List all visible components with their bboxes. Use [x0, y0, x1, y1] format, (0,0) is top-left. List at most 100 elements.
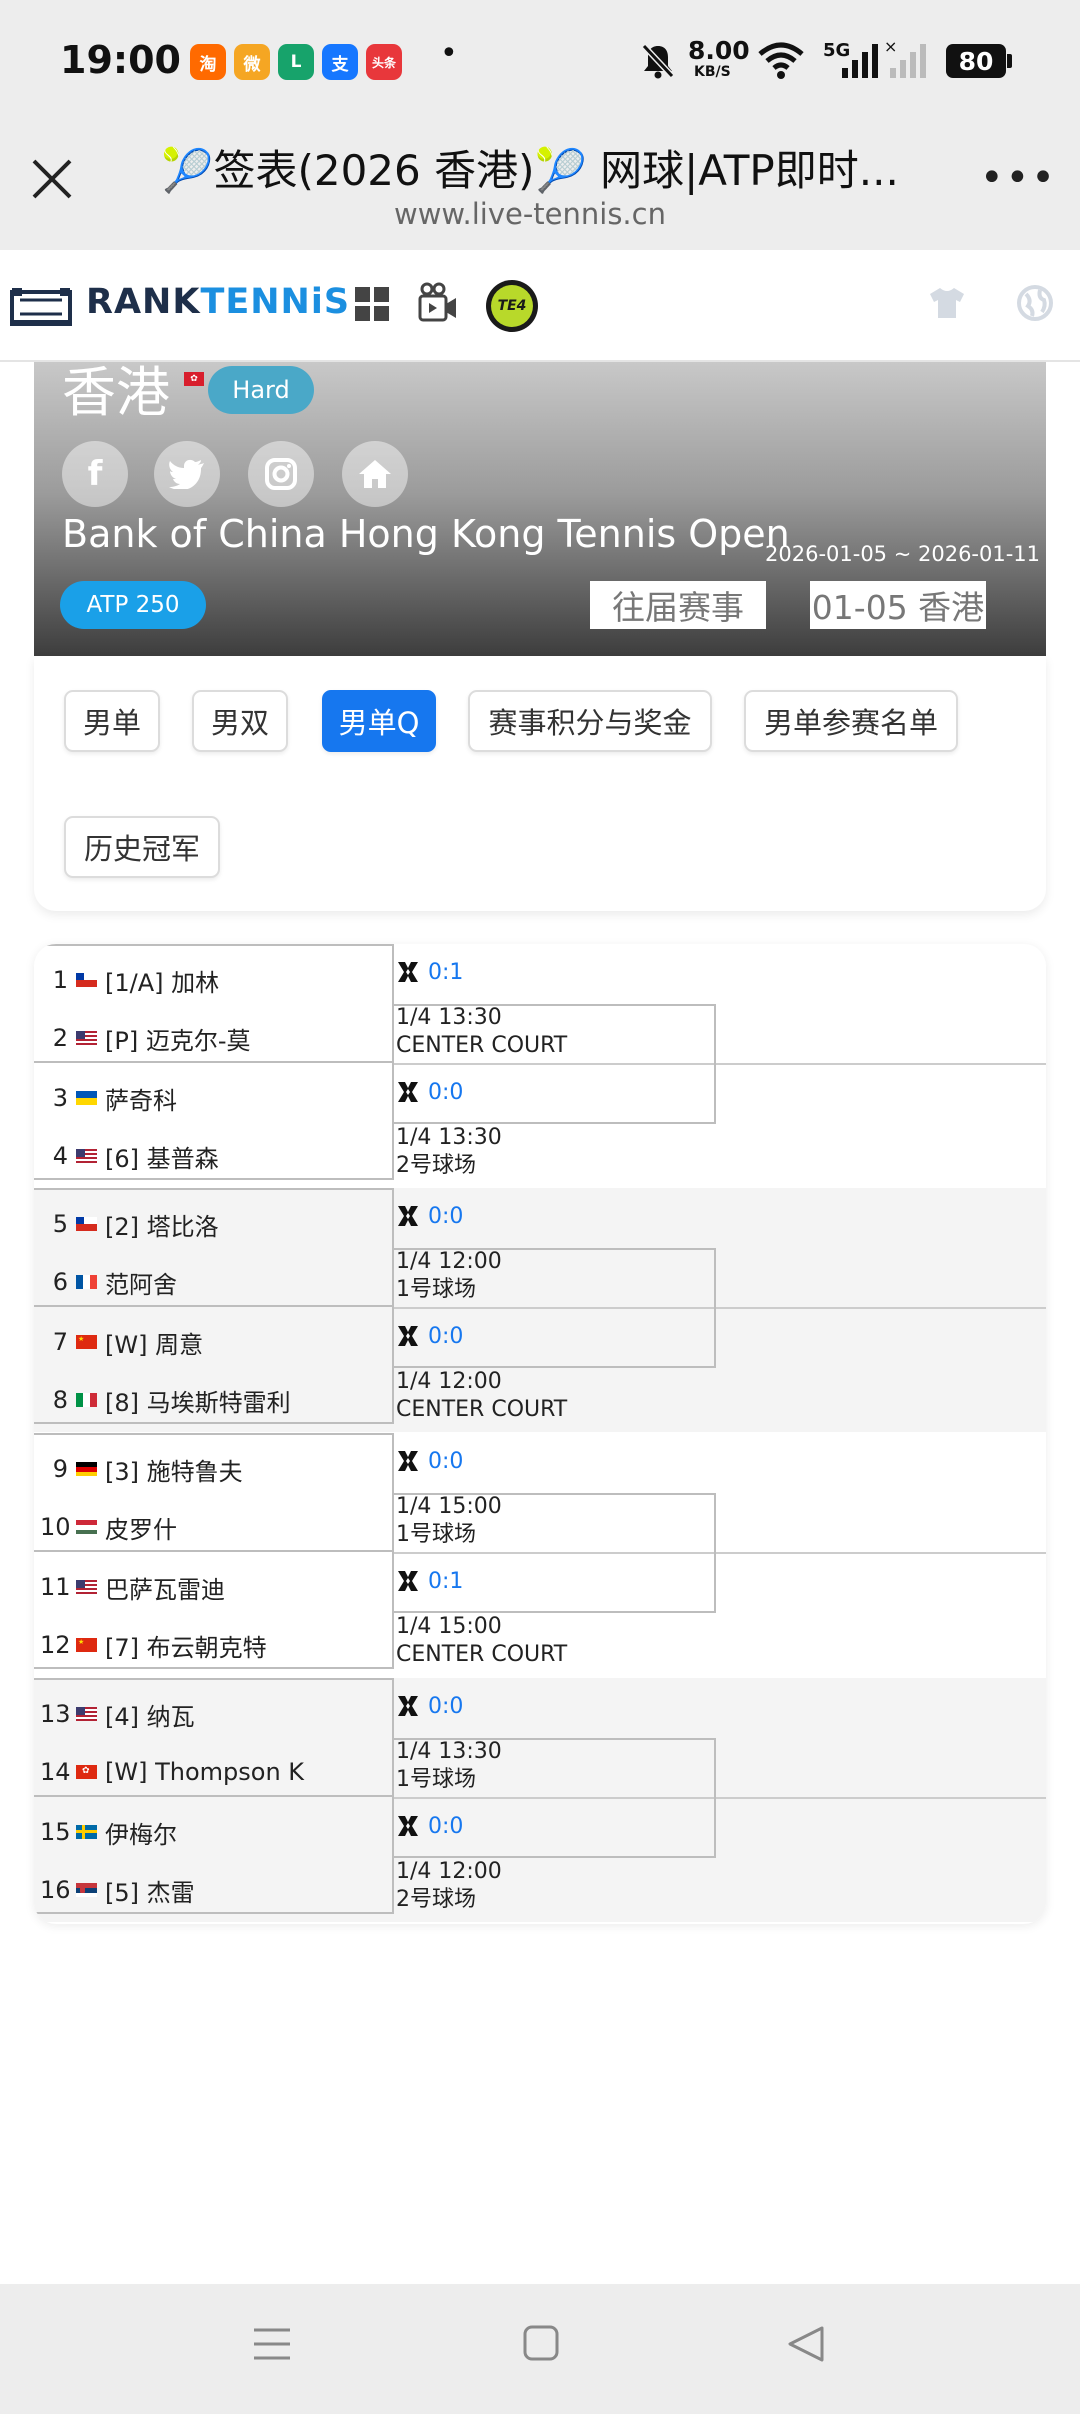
match-court: 1号球场 — [396, 1522, 476, 1547]
country-flag-icon — [76, 1883, 97, 1897]
tab-bar: 男单 男双 男单Q 赛事积分与奖金 男单参赛名单 历史冠军 — [34, 656, 1046, 911]
match-score[interactable]: 0:0 — [396, 1322, 463, 1350]
player-row[interactable]: 3 萨奇科 — [40, 1078, 177, 1118]
menu-icon[interactable] — [252, 2324, 292, 2364]
site-header: RANKTENNiS TE4 — [0, 250, 1080, 362]
match-score[interactable]: 0:0 — [396, 1692, 463, 1720]
player-row[interactable]: 8 [8] 马埃斯特雷利 — [40, 1380, 291, 1420]
player-row[interactable]: 5 [2] 塔比洛 — [40, 1204, 219, 1244]
player-row[interactable]: 14 ✿ [W] Thompson K — [40, 1752, 304, 1792]
player-name: [5] 杰雷 — [105, 1878, 195, 1907]
match-score[interactable]: 0:0 — [396, 1078, 463, 1106]
draw-position: 4 — [52, 1142, 68, 1170]
draw-bracket: 1 [1/A] 加林 2 [P] 迈克尔-莫 3 萨奇科 4 [6] 基普森 0:1 1/4 13… — [34, 944, 1046, 1924]
match-info: 1/4 13:30 2号球场 — [396, 1124, 502, 1180]
match-time: 1/4 15:00 — [396, 1614, 502, 1639]
country-flag-icon — [76, 1462, 97, 1476]
live-match-icon — [396, 960, 420, 984]
past-events-button[interactable]: 往届赛事 — [590, 581, 766, 629]
player-row[interactable]: 2 [P] 迈克尔-莫 — [40, 1018, 251, 1058]
signal-icon — [842, 44, 878, 78]
draw-position: 3 — [52, 1084, 68, 1112]
match-score[interactable]: 0:1 — [396, 1567, 463, 1595]
player-name: 皮罗什 — [105, 1515, 177, 1544]
home-icon[interactable] — [342, 441, 408, 507]
draw-section: 5 [2] 塔比洛 6 范阿舍 7 ★ [W] 周意 8 [8] 马埃斯特雷利 0:0 1/4 12… — [34, 1188, 1046, 1432]
instagram-icon[interactable] — [248, 441, 314, 507]
match-score[interactable]: 0:1 — [396, 958, 463, 986]
te4-icon[interactable]: TE4 — [486, 280, 538, 332]
page-url[interactable]: www.live-tennis.cn — [150, 197, 910, 231]
tab-entry-list[interactable]: 男单参赛名单 — [744, 690, 958, 752]
bracket-divider — [34, 1550, 392, 1552]
tab-mens-doubles[interactable]: 男双 — [192, 690, 288, 752]
battery-icon: 80 — [946, 44, 1006, 78]
country-flag-icon — [76, 1707, 97, 1721]
country-flag-icon — [76, 1149, 97, 1163]
player-row[interactable]: 12 ★ [7] 布云朝克特 — [40, 1625, 267, 1665]
player-row[interactable]: 16 [5] 杰雷 — [40, 1870, 195, 1910]
taobao-icon: 淘 — [190, 44, 226, 80]
live-match-icon — [396, 1449, 420, 1473]
close-icon[interactable] — [30, 157, 74, 201]
player-row[interactable]: 4 [6] 基普森 — [40, 1136, 219, 1176]
match-info: 1/4 15:00 1号球场 — [396, 1493, 502, 1549]
date-location-select[interactable]: 01-05 香港 — [810, 581, 986, 629]
player-name: 范阿舍 — [105, 1270, 177, 1299]
player-name: 巴萨瓦雷迪 — [105, 1575, 225, 1604]
match-score[interactable]: 0:0 — [396, 1812, 463, 1840]
player-row[interactable]: 6 范阿舍 — [40, 1262, 177, 1302]
match-info: 1/4 15:00 CENTER COURT — [396, 1613, 567, 1669]
site-brand[interactable]: RANKTENNiS — [86, 282, 350, 322]
country-flag-icon: ✿ — [76, 1765, 97, 1779]
tab-mens-singles[interactable]: 男单 — [64, 690, 160, 752]
player-row[interactable]: 10 皮罗什 — [40, 1507, 177, 1547]
match-score[interactable]: 0:0 — [396, 1202, 463, 1230]
twitter-icon[interactable] — [154, 441, 220, 507]
player-name: 伊梅尔 — [105, 1820, 177, 1849]
draw-position: 7 — [52, 1328, 68, 1356]
score-value: 0:0 — [428, 1079, 464, 1105]
more-icon[interactable]: ••• — [980, 155, 1057, 201]
player-name: [4] 纳瓦 — [105, 1702, 195, 1731]
score-value: 0:0 — [428, 1693, 464, 1719]
country-flag-icon — [76, 1031, 97, 1045]
player-row[interactable]: 15 伊梅尔 — [40, 1812, 177, 1852]
match-court: 2号球场 — [396, 1887, 476, 1912]
player-row[interactable]: 11 巴萨瓦雷迪 — [40, 1567, 225, 1607]
home-square-icon[interactable] — [522, 2324, 560, 2362]
net-speed: 8.00 — [688, 36, 750, 65]
ranktennis-logo-icon[interactable] — [10, 286, 72, 328]
bracket-divider — [34, 1061, 392, 1063]
draw-position: 2 — [52, 1024, 68, 1052]
te4-badge: TE4 — [491, 285, 533, 327]
globe-icon[interactable] — [1016, 284, 1054, 322]
tab-past-champions[interactable]: 历史冠军 — [64, 816, 220, 878]
tab-points-prize[interactable]: 赛事积分与奖金 — [468, 690, 712, 752]
player-row[interactable]: 13 [4] 纳瓦 — [40, 1694, 195, 1734]
player-row[interactable]: 1 [1/A] 加林 — [40, 960, 219, 1000]
player-row[interactable]: 7 ★ [W] 周意 — [40, 1322, 203, 1362]
player-row[interactable]: 9 [3] 施特鲁夫 — [40, 1449, 243, 1489]
tab-mens-qualifying[interactable]: 男单Q — [322, 690, 436, 752]
alipay-icon: 支 — [322, 44, 358, 80]
player-name: [2] 塔比洛 — [105, 1212, 219, 1241]
player-name: 萨奇科 — [105, 1086, 177, 1115]
match-court: CENTER COURT — [396, 1397, 568, 1422]
country-flag-icon — [76, 1091, 97, 1105]
grid-menu-icon[interactable] — [354, 286, 390, 322]
video-camera-icon[interactable] — [418, 282, 458, 324]
weibo-icon: 微 — [234, 44, 270, 80]
back-icon[interactable] — [786, 2324, 826, 2364]
dot-indicator: • — [440, 36, 458, 71]
net-unit: KB/S — [694, 64, 731, 80]
score-value: 0:0 — [428, 1448, 464, 1474]
match-info: 1/4 12:00 2号球场 — [396, 1858, 502, 1914]
facebook-icon[interactable]: f — [62, 441, 128, 507]
country-flag-icon — [76, 1393, 97, 1407]
match-score[interactable]: 0:0 — [396, 1447, 463, 1475]
atp-level-badge[interactable]: ATP 250 — [60, 581, 206, 629]
tournament-city: 香港 — [62, 362, 170, 424]
player-name: [P] 迈克尔-莫 — [105, 1026, 251, 1055]
shirt-icon[interactable] — [928, 286, 966, 320]
